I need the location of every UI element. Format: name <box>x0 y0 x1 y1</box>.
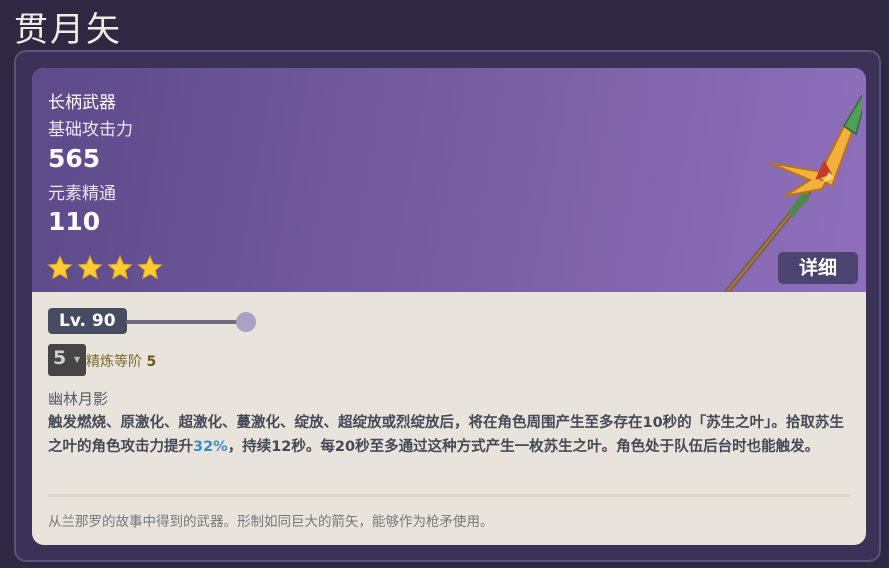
level-badge: Lv. 90 <box>48 308 127 334</box>
weapon-card-body: Lv. 90 5 ▼ 精炼等阶 5 幽林月影 触发燃烧、原激化、超激化、蔓激化、… <box>32 292 866 545</box>
rarity-stars <box>46 254 164 282</box>
passive-description: 触发燃烧、原激化、超激化、蔓激化、绽放、超绽放或烈绽放后，将在角色周围产生至多存… <box>48 415 844 455</box>
refinement-selected-value: 5 <box>53 347 67 369</box>
refinement-select[interactable]: 5 ▼ <box>48 344 86 376</box>
passive-highlight: 32% <box>193 438 228 455</box>
star-icon <box>77 255 103 280</box>
level-slider-track[interactable] <box>126 320 238 324</box>
substat-label: 元素精通 <box>48 184 116 204</box>
lore-text: 从兰那罗的故事中得到的武器。形制如同巨大的箭矢，能够作为枪矛使用。 <box>48 514 494 530</box>
star-icon <box>137 255 163 280</box>
weapon-type: 长柄武器 <box>48 93 116 113</box>
chevron-down-icon: ▼ <box>74 355 81 364</box>
refinement-label: 精炼等阶 5 <box>86 354 157 370</box>
page-title: 贯月矢 <box>14 10 122 50</box>
base-atk-value: 565 <box>48 144 101 173</box>
weapon-card-header: 长柄武器 基础攻击力 565 元素精通 110 详细 <box>32 68 866 292</box>
refinement-value: 5 <box>146 354 157 370</box>
weapon-card: 长柄武器 基础攻击力 565 元素精通 110 详细 Lv. 90 5 ▼ 精炼… <box>32 68 866 545</box>
divider <box>48 494 850 497</box>
base-atk-label: 基础攻击力 <box>48 120 133 140</box>
passive-name: 幽林月影 <box>48 390 109 408</box>
star-icon <box>47 255 73 280</box>
substat-value: 110 <box>48 207 101 236</box>
detail-button[interactable]: 详细 <box>778 252 858 284</box>
level-slider-thumb[interactable] <box>236 312 256 332</box>
star-icon <box>107 255 133 280</box>
